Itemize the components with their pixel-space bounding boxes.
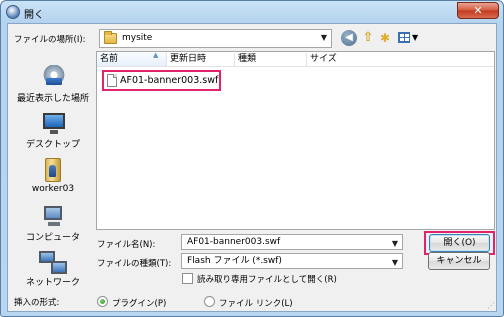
folder-icon (104, 31, 117, 44)
radio-file-link[interactable] (204, 296, 215, 307)
resize-grip-icon[interactable]: ⋰ (487, 301, 495, 310)
views-icon (398, 32, 410, 43)
title-bar[interactable]: 開く ✕ (1, 1, 503, 23)
readonly-checkbox[interactable] (182, 273, 193, 284)
column-headers: 名前 ▲ 更新日時 種類 サイズ (97, 51, 494, 67)
lookin-label: ファイルの場所(I): (14, 35, 86, 45)
place-network[interactable]: ネットワーク (14, 245, 92, 289)
chevron-down-icon: ▼ (320, 33, 327, 42)
close-icon: ✕ (473, 4, 483, 17)
filetype-value: Flash ファイル (*.swf) (187, 256, 282, 266)
column-header-date[interactable]: 更新日時 (167, 53, 235, 66)
column-header-type[interactable]: 種類 (235, 53, 307, 66)
place-recent[interactable]: 最近表示した場所 (14, 61, 92, 105)
place-desktop[interactable]: デスクトップ (14, 107, 92, 151)
place-label: ネットワーク (25, 278, 80, 288)
window-title: 開く (24, 10, 44, 21)
back-arrow-icon: ◀ (345, 32, 353, 43)
column-header-size[interactable]: サイズ (307, 53, 367, 66)
up-folder-icon: ⇧ (362, 30, 374, 45)
file-name: AF01-banner003.swf (120, 75, 219, 86)
chevron-down-icon: ▼ (391, 239, 398, 248)
chevron-down-icon: ▼ (412, 33, 419, 42)
place-label: 最近表示した場所 (16, 94, 89, 104)
radio-file-link-label: ファイル リンク(L) (219, 299, 293, 309)
chevron-down-icon: ▼ (391, 258, 398, 267)
close-button[interactable]: ✕ (457, 2, 499, 19)
filetype-label: ファイルの種類(T): (97, 259, 172, 269)
radio-plugin-label: プラグイン(P) (112, 299, 167, 309)
place-label: コンピュータ (25, 233, 80, 243)
filename-value: AF01-banner003.swf (187, 237, 281, 247)
places-bar: 最近表示した場所 デスクトップ worker03 コンピュータ ネットワーク (14, 51, 92, 288)
network-icon (39, 251, 67, 274)
app-icon (6, 5, 20, 19)
open-dialog-window: 開く ✕ ファイルの場所(I): mysite ▼ ◀ ⇧ ✱ ▼ 最近表示した… (0, 0, 504, 317)
open-button[interactable]: 開く(O) (429, 234, 490, 252)
user-folder-icon (45, 158, 61, 182)
new-folder-button[interactable]: ✱ (377, 29, 393, 47)
computer-icon (44, 206, 62, 226)
file-icon (107, 74, 117, 87)
file-list[interactable]: 名前 ▲ 更新日時 種類 サイズ AF01-banner003.swf (96, 51, 495, 230)
column-header-name[interactable]: 名前 ▲ (97, 51, 167, 66)
up-folder-button[interactable]: ⇧ (360, 29, 376, 47)
recent-places-icon (43, 65, 65, 87)
place-label: デスクトップ (25, 140, 80, 150)
column-label: 名前 (100, 54, 119, 64)
place-user[interactable]: worker03 (14, 154, 92, 198)
radio-plugin[interactable] (97, 296, 108, 307)
new-folder-icon: ✱ (379, 31, 391, 45)
views-menu-button[interactable]: ▼ (396, 29, 422, 47)
filename-label: ファイル名(N): (97, 240, 156, 250)
cancel-button[interactable]: キャンセル (428, 252, 490, 270)
back-button[interactable]: ◀ (341, 30, 357, 46)
place-computer[interactable]: コンピュータ (14, 200, 92, 244)
filetype-combobox[interactable]: Flash ファイル (*.swf) ▼ (181, 253, 403, 269)
desktop-icon (43, 113, 65, 134)
readonly-label: 読み取り専用ファイルとして開く(R) (197, 275, 337, 285)
lookin-value: mysite (122, 33, 153, 43)
filename-combobox[interactable]: AF01-banner003.swf ▼ (181, 234, 403, 250)
list-item[interactable]: AF01-banner003.swf (102, 70, 221, 91)
sort-ascending-icon: ▲ (153, 51, 159, 59)
place-label: worker03 (31, 184, 75, 194)
insert-format-label: 挿入の形式: (14, 298, 60, 308)
dialog-client-area: ファイルの場所(I): mysite ▼ ◀ ⇧ ✱ ▼ 最近表示した場所 デス… (7, 23, 497, 312)
lookin-combobox[interactable]: mysite ▼ (99, 29, 332, 48)
